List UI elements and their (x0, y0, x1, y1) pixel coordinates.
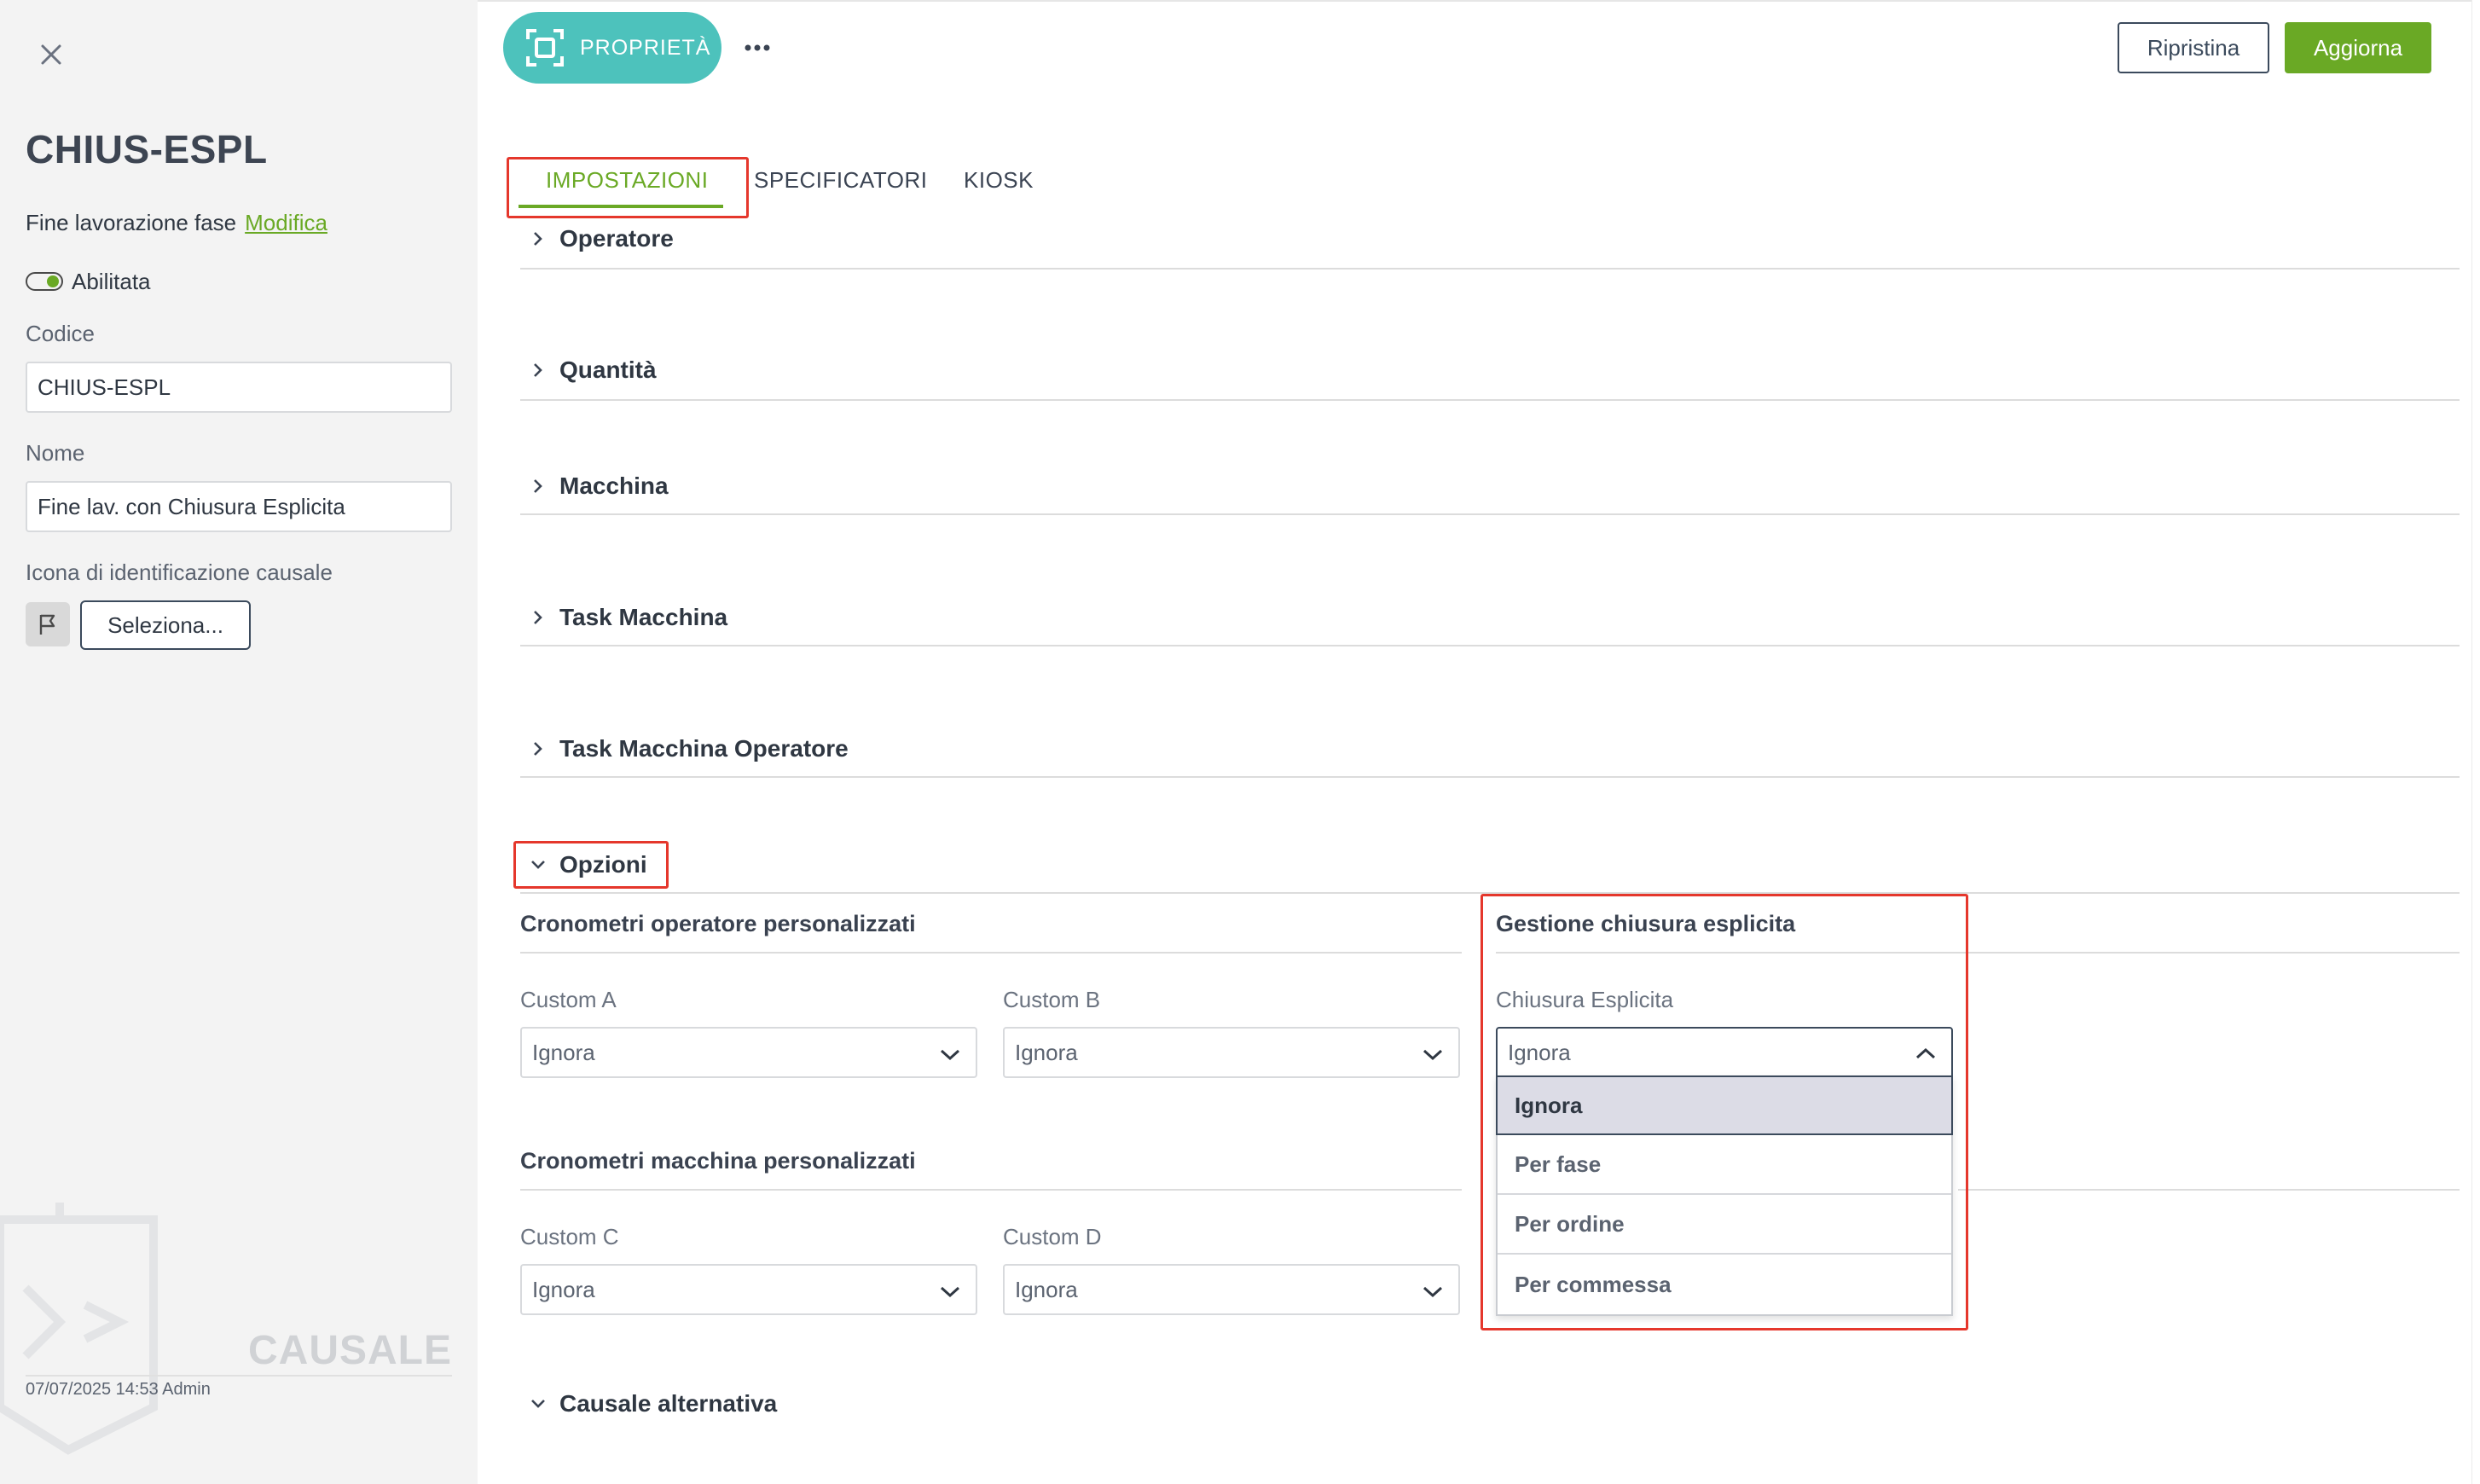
document-watermark-icon (0, 1203, 158, 1455)
name-label: Nome (26, 440, 85, 466)
update-button[interactable]: Aggiorna (2285, 22, 2431, 73)
section-causale-alternativa[interactable]: Causale alternativa (520, 1378, 2460, 1429)
custom-a-value: Ignora (532, 1039, 595, 1065)
divider (520, 1189, 1462, 1191)
section-operatore[interactable]: Operatore (520, 213, 2460, 264)
tab-specificatori[interactable]: SPECIFICATORI (754, 167, 927, 194)
dropdown-option-per-commessa[interactable]: Per commessa (1498, 1255, 1951, 1314)
explicit-close-value: Ignora (1508, 1039, 1571, 1065)
details-panel: CHIUS-ESPL Fine lavorazione fase Modifica… (0, 0, 478, 1484)
dropdown-option-ignora[interactable]: Ignora (1496, 1075, 1953, 1135)
section-quantita[interactable]: Quantità (520, 345, 2460, 396)
divider (520, 645, 2460, 646)
custom-b-value: Ignora (1015, 1039, 1078, 1065)
machine-timers-heading: Cronometri macchina personalizzati (520, 1148, 916, 1174)
properties-button[interactable]: PROPRIETÀ (503, 12, 721, 84)
divider (26, 1375, 452, 1377)
page-title: CHIUS-ESPL (26, 127, 268, 171)
tab-impostazioni[interactable]: IMPOSTAZIONI (546, 167, 708, 194)
active-tab-indicator (519, 205, 723, 208)
flag-icon (26, 602, 70, 646)
chevron-right-icon (534, 363, 542, 377)
chevron-up-icon (1915, 1047, 1936, 1059)
explicit-close-dropdown: Ignora Per fase Per ordine Per commessa (1496, 1075, 1953, 1316)
close-icon[interactable] (34, 38, 68, 72)
explicit-close-select[interactable]: Ignora (1496, 1027, 1953, 1078)
section-opzioni[interactable]: Opzioni (520, 839, 2460, 890)
custom-a-select[interactable]: Ignora (520, 1027, 977, 1078)
section-label: Macchina (559, 472, 669, 499)
reset-button[interactable]: Ripristina (2118, 22, 2269, 73)
custom-b-label: Custom B (1003, 987, 1101, 1012)
dropdown-option-per-fase[interactable]: Per fase (1498, 1135, 1951, 1195)
section-task-macchina-operatore[interactable]: Task Macchina Operatore (520, 723, 2460, 774)
chevron-down-icon (531, 1400, 545, 1408)
chevron-down-icon (940, 1286, 960, 1298)
type-row: Fine lavorazione fase Modifica (26, 210, 327, 236)
custom-d-label: Custom D (1003, 1224, 1102, 1249)
tab-kiosk[interactable]: KIOSK (964, 167, 1034, 194)
name-field[interactable] (26, 481, 452, 532)
custom-d-value: Ignora (1015, 1276, 1078, 1302)
chevron-right-icon (534, 611, 542, 624)
divider (520, 268, 2460, 270)
chevron-right-icon (534, 479, 542, 493)
section-label: Operatore (559, 225, 674, 252)
last-modified-meta: 07/07/2025 14:53 Admin (26, 1380, 211, 1399)
custom-d-select[interactable]: Ignora (1003, 1264, 1460, 1315)
custom-c-select[interactable]: Ignora (520, 1264, 977, 1315)
operator-timers-heading: Cronometri operatore personalizzati (520, 911, 916, 936)
chevron-down-icon (940, 1049, 960, 1061)
section-label: Causale alternativa (559, 1390, 778, 1417)
divider (1958, 1189, 2460, 1191)
chevron-down-icon (1423, 1286, 1443, 1298)
scrollbar[interactable] (2471, 0, 2480, 1484)
chevron-right-icon (534, 232, 542, 246)
divider (520, 892, 2460, 894)
divider (520, 952, 1462, 954)
divider (1496, 952, 2460, 954)
custom-c-label: Custom C (520, 1224, 619, 1249)
section-label: Quantità (559, 357, 657, 383)
type-label: Fine lavorazione fase (26, 210, 237, 235)
chevron-right-icon (534, 742, 542, 756)
divider (520, 399, 2460, 401)
explicit-close-heading: Gestione chiusura esplicita (1496, 911, 1796, 936)
icon-label: Icona di identificazione causale (26, 559, 333, 585)
enabled-toggle[interactable] (26, 272, 63, 291)
section-task-macchina[interactable]: Task Macchina (520, 592, 2460, 643)
divider (520, 776, 2460, 778)
main-content: PROPRIETÀ Ripristina Aggiorna IMPOSTAZIO… (478, 0, 2480, 1484)
custom-a-label: Custom A (520, 987, 617, 1012)
code-label: Codice (26, 321, 95, 346)
custom-b-select[interactable]: Ignora (1003, 1027, 1460, 1078)
section-label: Task Macchina Operatore (559, 735, 849, 762)
custom-c-value: Ignora (532, 1276, 595, 1302)
modify-link[interactable]: Modifica (245, 210, 327, 235)
section-label: Opzioni (559, 851, 647, 878)
chevron-down-icon (531, 861, 545, 869)
explicit-close-label: Chiusura Esplicita (1496, 987, 1674, 1012)
chevron-down-icon (1423, 1049, 1443, 1061)
frame-icon (526, 29, 564, 67)
code-field[interactable] (26, 362, 452, 413)
watermark-label: CAUSALE (247, 1328, 452, 1373)
enabled-label: Abilitata (72, 268, 151, 294)
dropdown-option-per-ordine[interactable]: Per ordine (1498, 1195, 1951, 1255)
section-macchina[interactable]: Macchina (520, 461, 2460, 512)
enabled-toggle-row[interactable]: Abilitata (26, 267, 151, 296)
select-icon-button[interactable]: Seleziona... (80, 600, 251, 650)
section-label: Task Macchina (559, 604, 728, 630)
more-options-icon[interactable] (740, 31, 774, 65)
properties-label: PROPRIETÀ (580, 35, 711, 60)
divider (520, 513, 2460, 515)
